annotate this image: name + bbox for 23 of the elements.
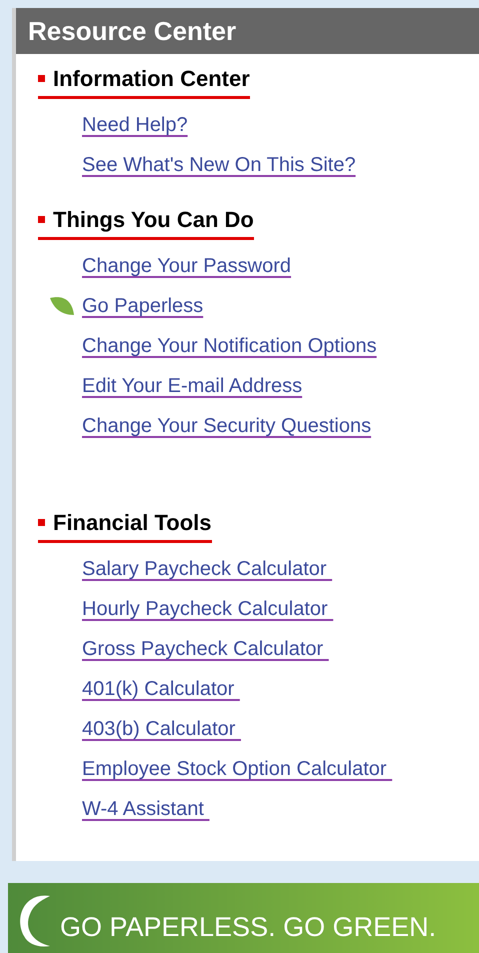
resource-link[interactable]: W-4 Assistant: [82, 794, 210, 824]
bullet-icon: [38, 216, 45, 223]
section-title: Financial Tools: [53, 509, 212, 537]
banner-text: GO PAPERLESS. GO GREEN.: [60, 910, 436, 944]
bullet-icon: [38, 519, 45, 526]
leaf-icon: [48, 295, 76, 317]
resource-link[interactable]: See What's New On This Site?: [82, 150, 356, 180]
resource-link[interactable]: Need Help?: [82, 110, 188, 140]
resource-link[interactable]: Employee Stock Option Calculator: [82, 754, 392, 784]
resource-link[interactable]: Change Your Password: [82, 251, 292, 281]
section-title: Things You Can Do: [53, 206, 254, 234]
resource-link[interactable]: Hourly Paycheck Calculator: [82, 594, 334, 624]
bullet-icon: [38, 75, 45, 82]
resource-link[interactable]: Salary Paycheck Calculator: [82, 554, 332, 584]
resource-link[interactable]: Gross Paycheck Calculator: [82, 634, 329, 664]
section-title: Information Center: [53, 65, 250, 93]
resource-link[interactable]: Edit Your E-mail Address: [82, 371, 302, 401]
resource-link[interactable]: 403(b) Calculator: [82, 714, 241, 744]
resource-link[interactable]: Change Your Notification Options: [82, 331, 377, 361]
resource-link[interactable]: Go Paperless: [82, 291, 204, 321]
resource-link[interactable]: 401(k) Calculator: [82, 674, 240, 704]
panel-title: Resource Center: [28, 14, 236, 48]
resource-link[interactable]: Change Your Security Questions: [82, 411, 372, 441]
